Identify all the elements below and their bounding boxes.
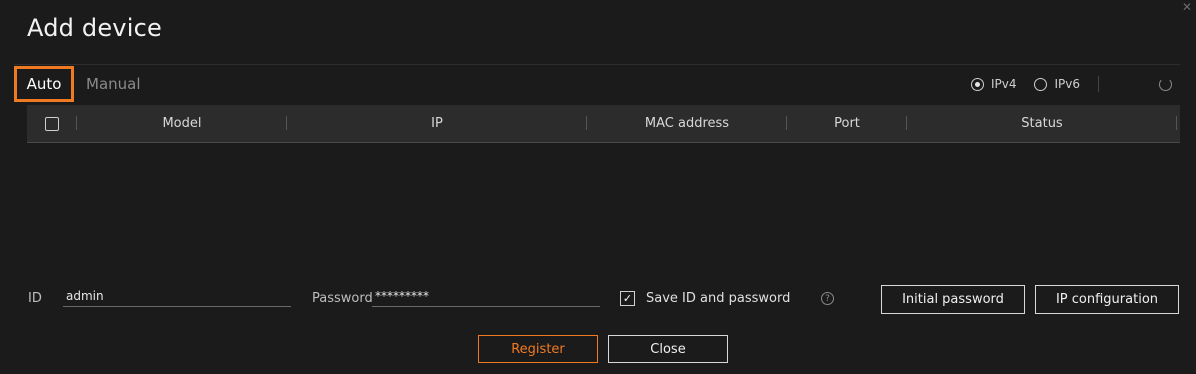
tab-manual[interactable]: Manual <box>86 66 141 102</box>
radio-selected-icon <box>970 77 984 91</box>
column-ip[interactable]: IP <box>287 105 587 142</box>
close-button[interactable]: Close <box>608 335 728 363</box>
tab-auto[interactable]: Auto <box>14 66 74 102</box>
id-input[interactable] <box>63 285 291 307</box>
column-divider <box>1176 116 1177 130</box>
column-model[interactable]: Model <box>77 105 287 142</box>
column-mac-address[interactable]: MAC address <box>587 105 787 142</box>
save-credentials-label: Save ID and password <box>646 291 791 306</box>
save-credentials-option[interactable]: ✓ Save ID and password <box>620 291 790 306</box>
initial-password-button[interactable]: Initial password <box>881 285 1025 314</box>
register-button[interactable]: Register <box>478 335 598 363</box>
id-label: ID <box>28 291 42 306</box>
radio-ipv6-label: IPv6 <box>1054 77 1080 91</box>
radio-ipv4-label: IPv4 <box>990 77 1017 91</box>
refresh-spinner-icon[interactable] <box>1159 77 1172 91</box>
ip-version-selector: IPv4 IPv6 <box>970 65 1180 103</box>
ip-configuration-button[interactable]: IP configuration <box>1035 285 1179 314</box>
password-label: Password <box>312 291 373 306</box>
select-all-cell <box>27 105 77 142</box>
password-input[interactable] <box>372 285 600 307</box>
radio-ipv4[interactable]: IPv4 <box>970 77 1017 91</box>
column-port[interactable]: Port <box>787 105 907 142</box>
device-table-body <box>27 143 1180 263</box>
dialog-title: Add device <box>27 14 162 42</box>
column-status[interactable]: Status <box>907 105 1177 142</box>
radio-unselected-icon <box>1034 77 1048 91</box>
select-all-checkbox[interactable] <box>45 116 59 131</box>
close-icon[interactable]: ✕ <box>1182 0 1192 14</box>
help-icon: ? <box>821 292 834 305</box>
tab-bar: Auto Manual IPv4 IPv6 <box>14 64 1180 105</box>
device-table-header: Model IP MAC address Port Status <box>27 105 1180 143</box>
save-credentials-checkbox[interactable]: ✓ <box>620 291 635 306</box>
divider <box>1098 76 1099 92</box>
help-button[interactable]: ? <box>821 292 834 305</box>
radio-ipv6[interactable]: IPv6 <box>1034 77 1080 91</box>
